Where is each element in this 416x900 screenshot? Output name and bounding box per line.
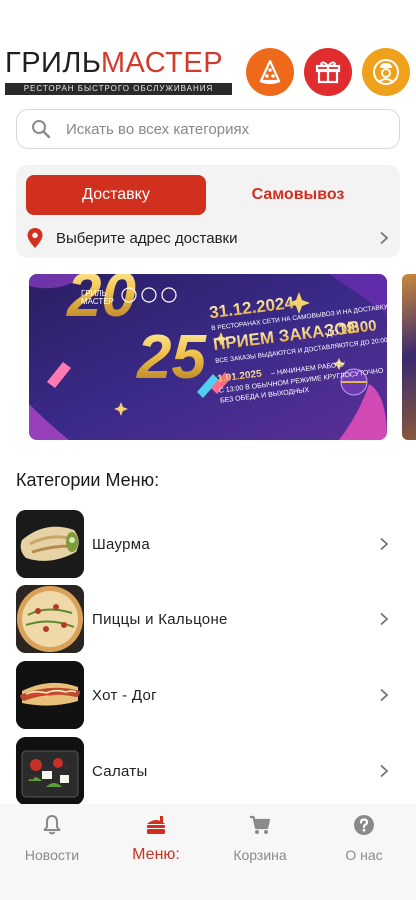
tab-label: О нас [345, 847, 383, 863]
tab-label: Корзина [233, 847, 287, 863]
search-bar[interactable] [16, 109, 400, 149]
tab-about[interactable]: О нас [312, 812, 416, 868]
tab-label: Новости [24, 847, 80, 863]
logo-subtitle: РЕСТОРАН БЫСТРОГО ОБСЛУЖИВАНИЯ [5, 83, 232, 95]
pizza-image [16, 585, 84, 653]
category-label: Хот - Дог [92, 686, 157, 704]
cart-icon [250, 815, 271, 834]
help-icon [354, 815, 374, 835]
pizza-icon[interactable] [246, 48, 294, 96]
svg-text:ДО: ДО [326, 328, 339, 338]
category-salads[interactable]: Салаты [16, 737, 400, 805]
address-prompt: Выберите адрес доставки [56, 229, 238, 247]
chevron-right-icon [380, 231, 389, 245]
promo-banner-art: 20 25 ГРИЛЬ МАСТЕР 31.12.2024 В РЕСТОРАН… [29, 274, 387, 440]
bell-icon [43, 815, 61, 835]
svg-text:25: 25 [136, 323, 207, 392]
chef-icon[interactable] [362, 48, 410, 96]
search-icon [32, 120, 51, 139]
app-header: ГРИЛЬМАСТЕР РЕСТОРАН БЫСТРОГО ОБСЛУЖИВАН… [0, 44, 416, 100]
tab-menu[interactable]: Меню: [104, 812, 208, 868]
delivery-panel: Доставку Самовывоз Выберите адрес достав… [16, 165, 400, 258]
location-pin-icon [27, 228, 43, 248]
category-pizza[interactable]: Пиццы и Кальцоне [16, 585, 400, 653]
category-label: Пиццы и Кальцоне [92, 610, 228, 628]
logo-title: ГРИЛЬМАСТЕР [5, 47, 224, 79]
chevron-right-icon [380, 612, 389, 626]
hotdog-image [16, 661, 84, 729]
category-label: Шаурма [92, 535, 151, 553]
search-input[interactable] [66, 120, 366, 138]
categories-title: Категории Меню: [16, 470, 160, 490]
salad-image [16, 737, 84, 805]
category-shawarma[interactable]: Шаурма [16, 510, 400, 578]
menu-food-icon [147, 816, 165, 834]
chevron-right-icon [380, 764, 389, 778]
next-banner-peek[interactable] [402, 274, 416, 440]
shawarma-image [16, 510, 84, 578]
category-label: Салаты [92, 762, 148, 780]
promo-banner[interactable]: 20 25 ГРИЛЬ МАСТЕР 31.12.2024 В РЕСТОРАН… [29, 274, 387, 440]
brand-logo[interactable]: ГРИЛЬМАСТЕР РЕСТОРАН БЫСТРОГО ОБСЛУЖИВАН… [5, 48, 235, 100]
tab-news[interactable]: Новости [0, 812, 104, 868]
chevron-right-icon [380, 688, 389, 702]
tab-cart[interactable]: Корзина [208, 812, 312, 868]
chevron-right-icon [380, 537, 389, 551]
tab-label: Меню: [132, 846, 180, 863]
svg-text:МАСТЕР: МАСТЕР [81, 297, 114, 306]
bottom-tab-bar: Новости Меню: Корзина О нас [0, 804, 416, 900]
category-hotdog[interactable]: Хот - Дог [16, 661, 400, 729]
pickup-button[interactable]: Самовывоз [206, 175, 390, 215]
delivery-address-row[interactable]: Выберите адрес доставки [26, 225, 390, 251]
gift-box-icon[interactable] [304, 48, 352, 96]
delivery-button[interactable]: Доставку [26, 175, 206, 215]
